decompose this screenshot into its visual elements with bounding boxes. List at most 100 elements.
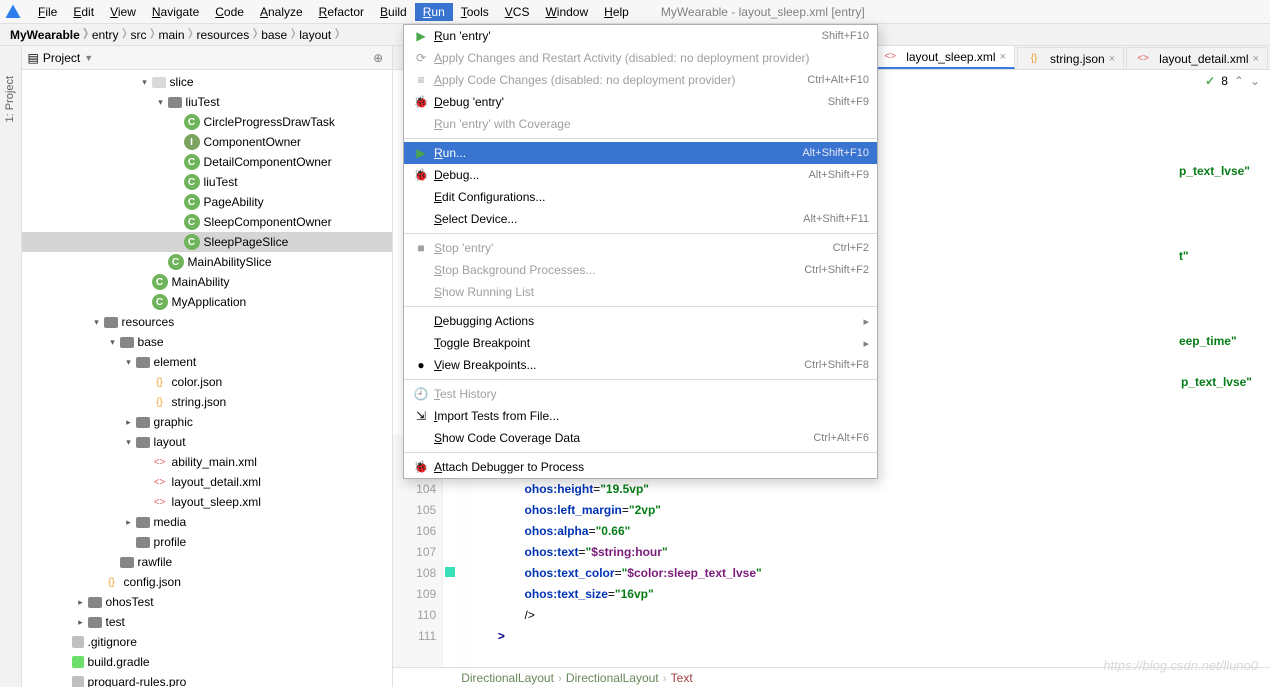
breadcrumb-item[interactable]: layout [293,28,337,42]
breadcrumb-item[interactable]: main [153,28,191,42]
close-icon[interactable]: × [1253,53,1259,65]
close-icon[interactable]: × [1000,51,1006,63]
tree-node[interactable]: build.gradle [22,652,393,672]
tree-node[interactable]: CCircleProgressDrawTask [22,112,393,132]
menu-code[interactable]: Code [207,3,252,21]
tree-node[interactable]: ▸media [22,512,393,532]
breadcrumb-item[interactable]: MyWearable [4,28,86,42]
tree-label: ComponentOwner [204,135,301,149]
tree-node[interactable]: CPageAbility [22,192,393,212]
breadcrumb-item[interactable]: resources [191,28,256,42]
inspection-status[interactable]: ✓ 8 ⌃ ⌄ [1205,72,1260,90]
menu-item-icon: 🐞 [412,460,430,474]
tree-node[interactable]: ▾liuTest [22,92,393,112]
tree-label: MainAbility [172,275,230,289]
tree-node[interactable]: ▸test [22,612,393,632]
tree-node[interactable]: ▾layout [22,432,393,452]
editor-breadcrumb[interactable]: DirectionalLayout› DirectionalLayout› Te… [393,667,1270,687]
menu-edit[interactable]: Edit [65,3,102,21]
tree-node[interactable]: ▾element [22,352,393,372]
C-icon: C [152,294,168,310]
tree-node[interactable]: proguard-rules.pro [22,672,393,687]
menu-analyze[interactable]: Analyze [252,3,311,21]
tree-node[interactable]: ▸ohosTest [22,592,393,612]
dropdown-arrow-icon[interactable]: ▼ [84,53,93,63]
menu-item: ≡Apply Code Changes (disabled: no deploy… [404,69,877,91]
tree-node[interactable]: CDetailComponentOwner [22,152,393,172]
tree-label: ohosTest [106,595,154,609]
breadcrumb-item[interactable]: base [255,28,293,42]
submenu-arrow-icon: ▸ [863,337,869,350]
tree-label: MainAbilitySlice [188,255,272,269]
locate-icon[interactable]: ⊕ [370,50,386,66]
C-icon: C [184,214,200,230]
tree-node[interactable]: .gitignore [22,632,393,652]
tree-label: layout_sleep.xml [172,495,261,509]
tree-node[interactable]: IComponentOwner [22,132,393,152]
tree-node[interactable]: CliuTest [22,172,393,192]
tree-node[interactable]: CMyApplication [22,292,393,312]
menu-item[interactable]: 🐞Attach Debugger to Process [404,456,877,478]
menu-window[interactable]: Window [537,3,596,21]
menu-view[interactable]: View [102,3,144,21]
menu-item[interactable]: ▶Run 'entry'Shift+F10 [404,25,877,47]
menu-tools[interactable]: Tools [453,3,497,21]
menu-item-label: Stop Background Processes... [430,263,804,277]
menu-file[interactable]: File [30,3,65,21]
menu-item[interactable]: Select Device...Alt+Shift+F11 [404,208,877,230]
menu-navigate[interactable]: Navigate [144,3,207,21]
close-icon[interactable]: × [1109,53,1115,65]
tree-node[interactable]: {}config.json [22,572,393,592]
tree-node[interactable]: <>ability_main.xml [22,452,393,472]
editor-tab[interactable]: <>layout_sleep.xml× [873,45,1015,69]
project-pane-title[interactable]: Project [43,51,80,65]
menu-item[interactable]: 🐞Debug...Alt+Shift+F9 [404,164,877,186]
tree-node[interactable]: {}color.json [22,372,393,392]
menu-item-icon: ▶ [412,29,430,43]
tree-node[interactable]: CMainAbility [22,272,393,292]
tree-node[interactable]: <>layout_sleep.xml [22,492,393,512]
menu-item[interactable]: ▶Run...Alt+Shift+F10 [404,142,877,164]
tree-node[interactable]: rawfile [22,552,393,572]
project-selector-icon: ▤ [28,51,39,65]
menu-refactor[interactable]: Refactor [311,3,372,21]
tree-node[interactable]: <>layout_detail.xml [22,472,393,492]
chevron-up-icon[interactable]: ⌃ [1234,74,1244,88]
tree-node[interactable]: profile [22,532,393,552]
tool-tab-project[interactable]: 1: Project [2,70,18,128]
menu-item: Stop Background Processes...Ctrl+Shift+F… [404,259,877,281]
tree-node[interactable]: ▸graphic [22,412,393,432]
menu-item[interactable]: Toggle Breakpoint▸ [404,332,877,354]
tree-node[interactable]: CMainAbilitySlice [22,252,393,272]
breadcrumb-item[interactable]: src [125,28,153,42]
menu-item[interactable]: ⇲Import Tests from File... [404,405,877,427]
tree-node[interactable]: {}string.json [22,392,393,412]
menu-item-label: Debug... [430,168,808,182]
menu-item[interactable]: Debugging Actions▸ [404,310,877,332]
breadcrumb-item[interactable]: entry [86,28,125,42]
editor-tab[interactable]: <>layout_detail.xml× [1126,47,1268,69]
tree-label: graphic [154,415,193,429]
editor-tab[interactable]: {}string.json× [1017,47,1124,69]
project-tree[interactable]: ▾slice▾liuTestCCircleProgressDrawTaskICo… [22,70,393,687]
folder-icon [120,337,134,348]
folder-icon [88,597,102,608]
folder-icon [136,517,150,528]
chevron-down-icon[interactable]: ⌄ [1250,74,1260,88]
tree-node[interactable]: ▾base [22,332,393,352]
menu-item-label: Attach Debugger to Process [430,460,869,474]
menu-item[interactable]: ●View Breakpoints...Ctrl+Shift+F8 [404,354,877,376]
menu-build[interactable]: Build [372,3,415,21]
menu-item[interactable]: Edit Configurations... [404,186,877,208]
tree-node[interactable]: CSleepPageSlice [22,232,393,252]
tree-node[interactable]: ▾resources [22,312,393,332]
menu-help[interactable]: Help [596,3,637,21]
tree-label: layout [154,435,186,449]
menu-item[interactable]: 🐞Debug 'entry'Shift+F9 [404,91,877,113]
tree-node[interactable]: ▾slice [22,72,393,92]
menu-item[interactable]: Show Code Coverage DataCtrl+Alt+F6 [404,427,877,449]
menu-vcs[interactable]: VCS [497,3,538,21]
tree-node[interactable]: CSleepComponentOwner [22,212,393,232]
menu-run[interactable]: Run [415,3,453,21]
tree-label: color.json [172,375,223,389]
